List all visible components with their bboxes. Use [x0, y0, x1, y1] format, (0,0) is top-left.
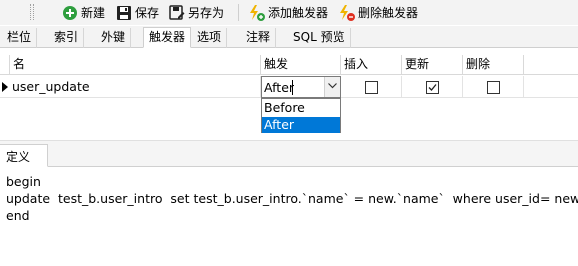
save-button-label: 保存: [135, 6, 160, 20]
trigger-name-cell[interactable]: user_update: [10, 76, 261, 98]
insert-cell: [341, 76, 402, 98]
column-header-insert[interactable]: 插入: [341, 55, 402, 75]
tab-bar: 栏位 索引 外键 触发器 选项 注释 SQL 预览: [0, 26, 578, 48]
lightning-add-icon: [249, 4, 268, 21]
add-trigger-button-label: 添加触发器: [268, 6, 329, 20]
tab-triggers[interactable]: 触发器: [143, 27, 192, 48]
column-header-label: 更新: [405, 57, 430, 71]
column-header-update[interactable]: 更新: [402, 55, 463, 75]
delete-checkbox[interactable]: [487, 81, 500, 94]
fires-combobox-button[interactable]: [324, 77, 340, 97]
row-header-column: [0, 55, 10, 75]
table-row[interactable]: user_update After: [0, 76, 578, 98]
save-as-button[interactable]: 另存为: [169, 3, 224, 22]
definition-editor[interactable]: begin update test_b.user_intro set test_b…: [0, 167, 578, 266]
toolbar-separator: [238, 4, 239, 21]
code-text: begin update test_b.user_intro set test_b…: [6, 173, 578, 224]
tab-label: SQL 预览: [293, 30, 345, 44]
fires-combobox[interactable]: After: [261, 76, 341, 98]
fires-dropdown-list: Before After: [261, 98, 341, 133]
tab-label: 选项: [197, 30, 222, 44]
column-header-label: 触发: [264, 57, 289, 71]
dropdown-option-after[interactable]: After: [262, 117, 340, 133]
code-line: update test_b.user_intro set test_b.user…: [6, 191, 578, 206]
toolbar-grip: [30, 4, 34, 20]
delete-trigger-button-label: 删除触发器: [358, 6, 419, 20]
delete-cell: [463, 76, 524, 98]
tab-options[interactable]: 选项: [192, 28, 228, 48]
tab-label: 外键: [101, 30, 126, 44]
current-row-marker-icon: [2, 82, 8, 92]
delete-trigger-button[interactable]: 删除触发器: [339, 3, 418, 22]
save-button[interactable]: 保存: [116, 3, 159, 22]
tab-label: 栏位: [7, 30, 32, 44]
column-header-filler: [524, 55, 578, 75]
trigger-name-value: user_update: [12, 79, 90, 94]
toolbar: 新建 保存 另存为 添加触发器 删除触发器: [0, 0, 578, 25]
tab-label: 定义: [6, 150, 31, 164]
tab-label: 索引: [54, 30, 79, 44]
floppy-disk-icon: [116, 5, 135, 21]
tab-foreign-keys[interactable]: 外键: [96, 28, 132, 48]
column-header-label: 插入: [344, 57, 369, 71]
fires-combobox-value: After: [264, 80, 295, 95]
save-as-icon: [169, 4, 188, 21]
plus-circle-icon: [62, 5, 81, 21]
lightning-delete-icon: [339, 4, 358, 21]
add-trigger-button[interactable]: 添加触发器: [249, 3, 328, 22]
column-header-delete[interactable]: 删除: [463, 55, 524, 75]
tab-sql-preview[interactable]: SQL 预览: [288, 28, 351, 48]
tab-columns[interactable]: 栏位: [2, 28, 38, 48]
dropdown-option-before[interactable]: Before: [262, 100, 340, 116]
column-header-name[interactable]: 名: [10, 55, 261, 75]
tab-comment[interactable]: 注释: [241, 28, 277, 48]
column-header-label: 名: [13, 57, 26, 71]
new-button[interactable]: 新建: [62, 3, 105, 22]
code-line: end: [6, 208, 30, 223]
column-header-fires[interactable]: 触发: [261, 55, 341, 75]
update-checkbox[interactable]: [426, 81, 439, 94]
tab-label: 触发器: [149, 30, 186, 44]
definition-tab-strip: [0, 140, 578, 167]
column-header-label: 删除: [466, 57, 491, 71]
tab-indexes[interactable]: 索引: [49, 28, 85, 48]
tab-definition[interactable]: 定义: [0, 144, 48, 167]
text-caret: [292, 80, 293, 95]
insert-checkbox[interactable]: [365, 81, 378, 94]
save-as-button-label: 另存为: [188, 6, 225, 20]
update-cell: [402, 76, 463, 98]
tab-label: 注释: [246, 30, 271, 44]
new-button-label: 新建: [81, 6, 106, 20]
code-line: begin: [6, 174, 41, 189]
